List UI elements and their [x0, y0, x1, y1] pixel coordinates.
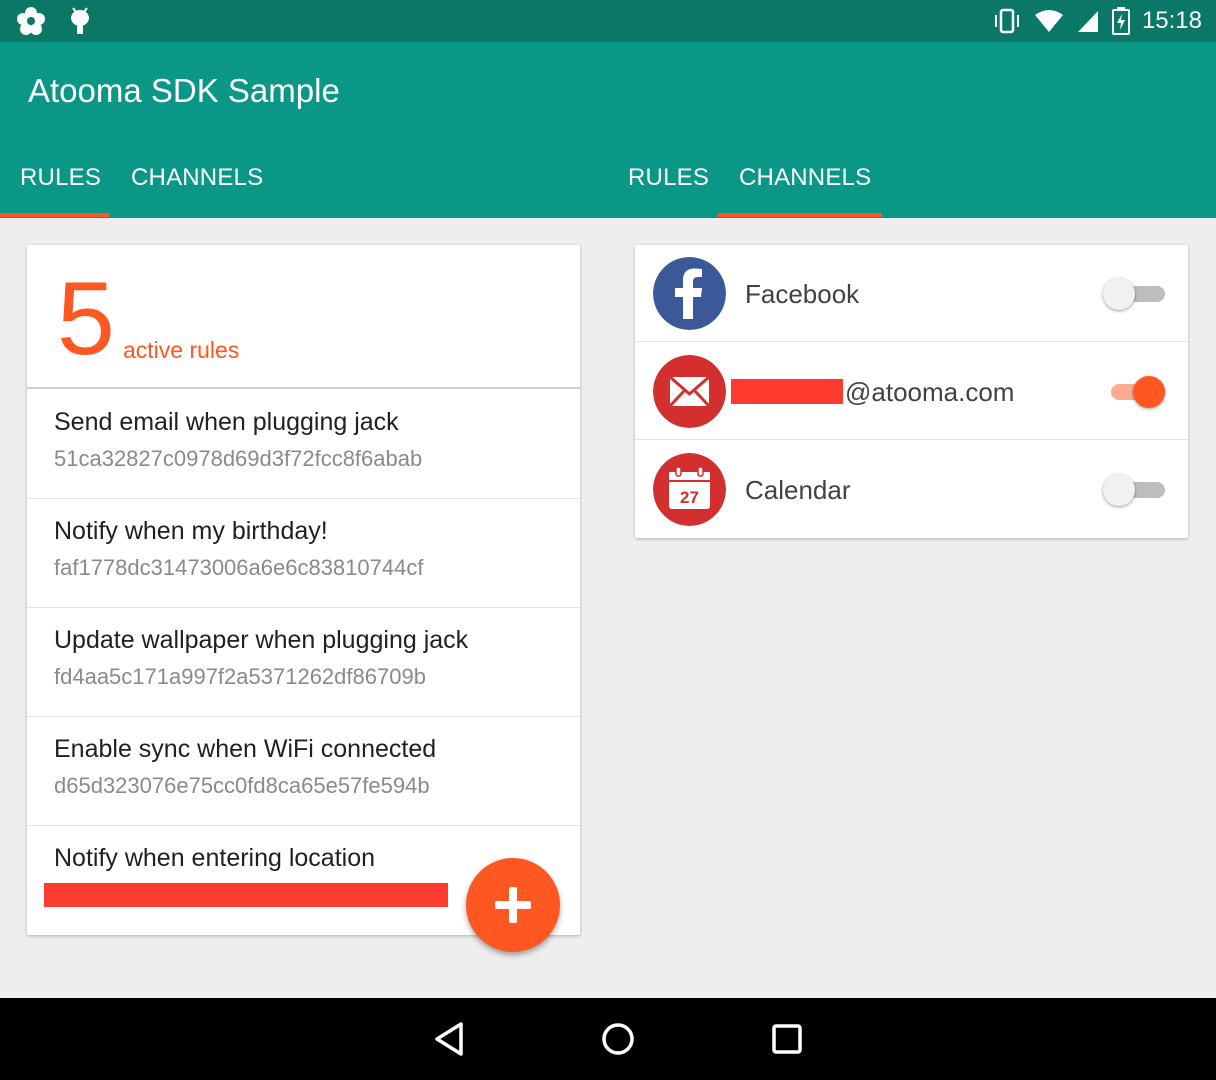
- rule-id: fd4aa5c171a997f2a5371262df86709b: [54, 664, 426, 689]
- rule-title: Enable sync when WiFi connected: [54, 735, 437, 763]
- rule-item[interactable]: Notify when my birthday! faf1778dc314730…: [27, 499, 580, 608]
- app-title: Atooma SDK Sample: [28, 72, 340, 109]
- tab-rules-right[interactable]: RULES: [628, 164, 709, 192]
- android-debug-icon: [71, 7, 89, 34]
- rule-id: d65d323076e75cc0fd8ca65e57fe594b: [54, 773, 430, 798]
- channel-item-facebook: Facebook: [635, 245, 1188, 342]
- tab-indicator-left: [0, 213, 110, 217]
- active-rules-summary: 5 active rules: [27, 245, 580, 389]
- app-bar: Atooma SDK Sample RULES CHANNELS RULES C…: [0, 42, 1216, 218]
- rule-id: faf1778dc31473006a6e6c83810744cf: [54, 555, 424, 580]
- mail-icon: [653, 355, 726, 428]
- channel-name: Calendar: [745, 475, 851, 505]
- rule-title: Notify when my birthday!: [54, 517, 328, 545]
- channel-item-email: @atooma.com: [635, 343, 1188, 440]
- calendar-day: 27: [680, 488, 699, 507]
- tab-channels-left[interactable]: CHANNELS: [131, 164, 263, 192]
- rule-item[interactable]: Update wallpaper when plugging jack fd4a…: [27, 608, 580, 717]
- clock: 15:18: [1141, 7, 1202, 34]
- navigation-bar: [0, 998, 1216, 1080]
- tab-indicator-right: [718, 213, 882, 217]
- channel-name: @atooma.com: [845, 377, 1015, 407]
- rules-card: 5 active rules Send email when plugging …: [27, 245, 580, 935]
- rule-item[interactable]: Send email when plugging jack 51ca32827c…: [27, 390, 580, 499]
- channel-item-calendar: 27 Calendar: [635, 441, 1188, 538]
- channels-card: Facebook @atooma.com 27 Calendar: [635, 245, 1188, 538]
- facebook-icon: [653, 257, 726, 330]
- channel-name: Facebook: [745, 279, 860, 309]
- active-rules-count: 5: [57, 261, 115, 377]
- redacted-email-user: [731, 379, 843, 404]
- rule-item[interactable]: Enable sync when WiFi connected d65d3230…: [27, 717, 580, 826]
- rule-title: Update wallpaper when plugging jack: [54, 626, 469, 654]
- signal-icon: [1077, 11, 1098, 32]
- recents-icon[interactable]: [770, 1020, 804, 1058]
- home-icon[interactable]: [599, 1020, 637, 1058]
- rule-title: Send email when plugging jack: [54, 408, 399, 436]
- battery-charging-icon: [1111, 7, 1130, 35]
- active-rules-label: active rules: [123, 337, 240, 363]
- tab-channels-right[interactable]: CHANNELS: [739, 164, 871, 192]
- rule-title: Notify when entering location: [54, 844, 376, 872]
- calendar-icon: 27: [653, 453, 726, 526]
- facebook-toggle[interactable]: [1103, 278, 1165, 310]
- redacted-rule-id: [44, 883, 448, 907]
- wifi-icon: [1034, 10, 1063, 32]
- flower-icon: [17, 7, 45, 35]
- status-bar: 15:18: [0, 0, 1216, 42]
- calendar-toggle[interactable]: [1103, 474, 1165, 506]
- rule-id: 51ca32827c0978d69d3f72fcc8f6abab: [54, 446, 423, 471]
- back-icon[interactable]: [432, 1020, 466, 1058]
- email-toggle[interactable]: [1109, 376, 1165, 408]
- vibrate-icon: [994, 8, 1019, 34]
- add-rule-button[interactable]: [466, 858, 560, 952]
- tab-rules-left[interactable]: RULES: [20, 164, 101, 192]
